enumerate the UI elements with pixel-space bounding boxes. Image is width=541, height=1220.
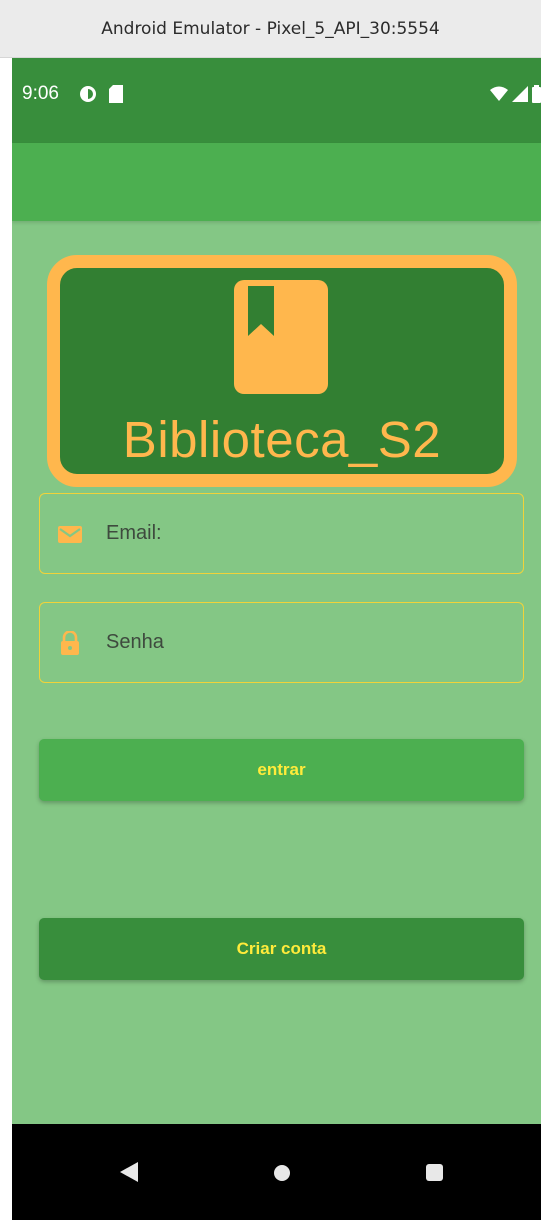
- status-time: 9:06: [22, 83, 59, 104]
- password-field[interactable]: Senha: [39, 602, 524, 683]
- recents-icon[interactable]: [426, 1164, 443, 1181]
- app-bar: [12, 143, 541, 221]
- window-title: Android Emulator - Pixel_5_API_30:5554: [101, 18, 440, 39]
- logo-card: Biblioteca_S2: [47, 255, 517, 487]
- lock-icon: [61, 631, 79, 655]
- email-placeholder: Email:: [106, 522, 162, 544]
- system-navigation-bar: [12, 1124, 541, 1220]
- email-field[interactable]: Email:: [39, 493, 524, 574]
- wifi-icon: [490, 86, 508, 101]
- create-account-button[interactable]: Criar conta: [39, 918, 524, 980]
- emulator-title-bar: Android Emulator - Pixel_5_API_30:5554: [0, 0, 541, 58]
- app-logo-title: Biblioteca_S2: [122, 411, 442, 468]
- status-bar: 9:06: [12, 58, 541, 143]
- device-screen: 9:06 Biblioteca_S2 Email: Senha entrar C…: [12, 58, 541, 1220]
- login-button[interactable]: entrar: [39, 739, 524, 801]
- envelope-icon: [58, 526, 82, 543]
- back-icon[interactable]: [120, 1162, 138, 1182]
- battery-icon: [532, 85, 541, 103]
- book-bookmark-icon: [234, 280, 328, 394]
- status-left-icons: [79, 85, 124, 103]
- status-right-icons: [490, 85, 541, 103]
- sd-card-icon: [109, 85, 123, 103]
- password-placeholder: Senha: [106, 631, 164, 653]
- data-saver-icon: [80, 86, 96, 102]
- signal-icon: [512, 86, 528, 102]
- home-icon[interactable]: [274, 1165, 290, 1181]
